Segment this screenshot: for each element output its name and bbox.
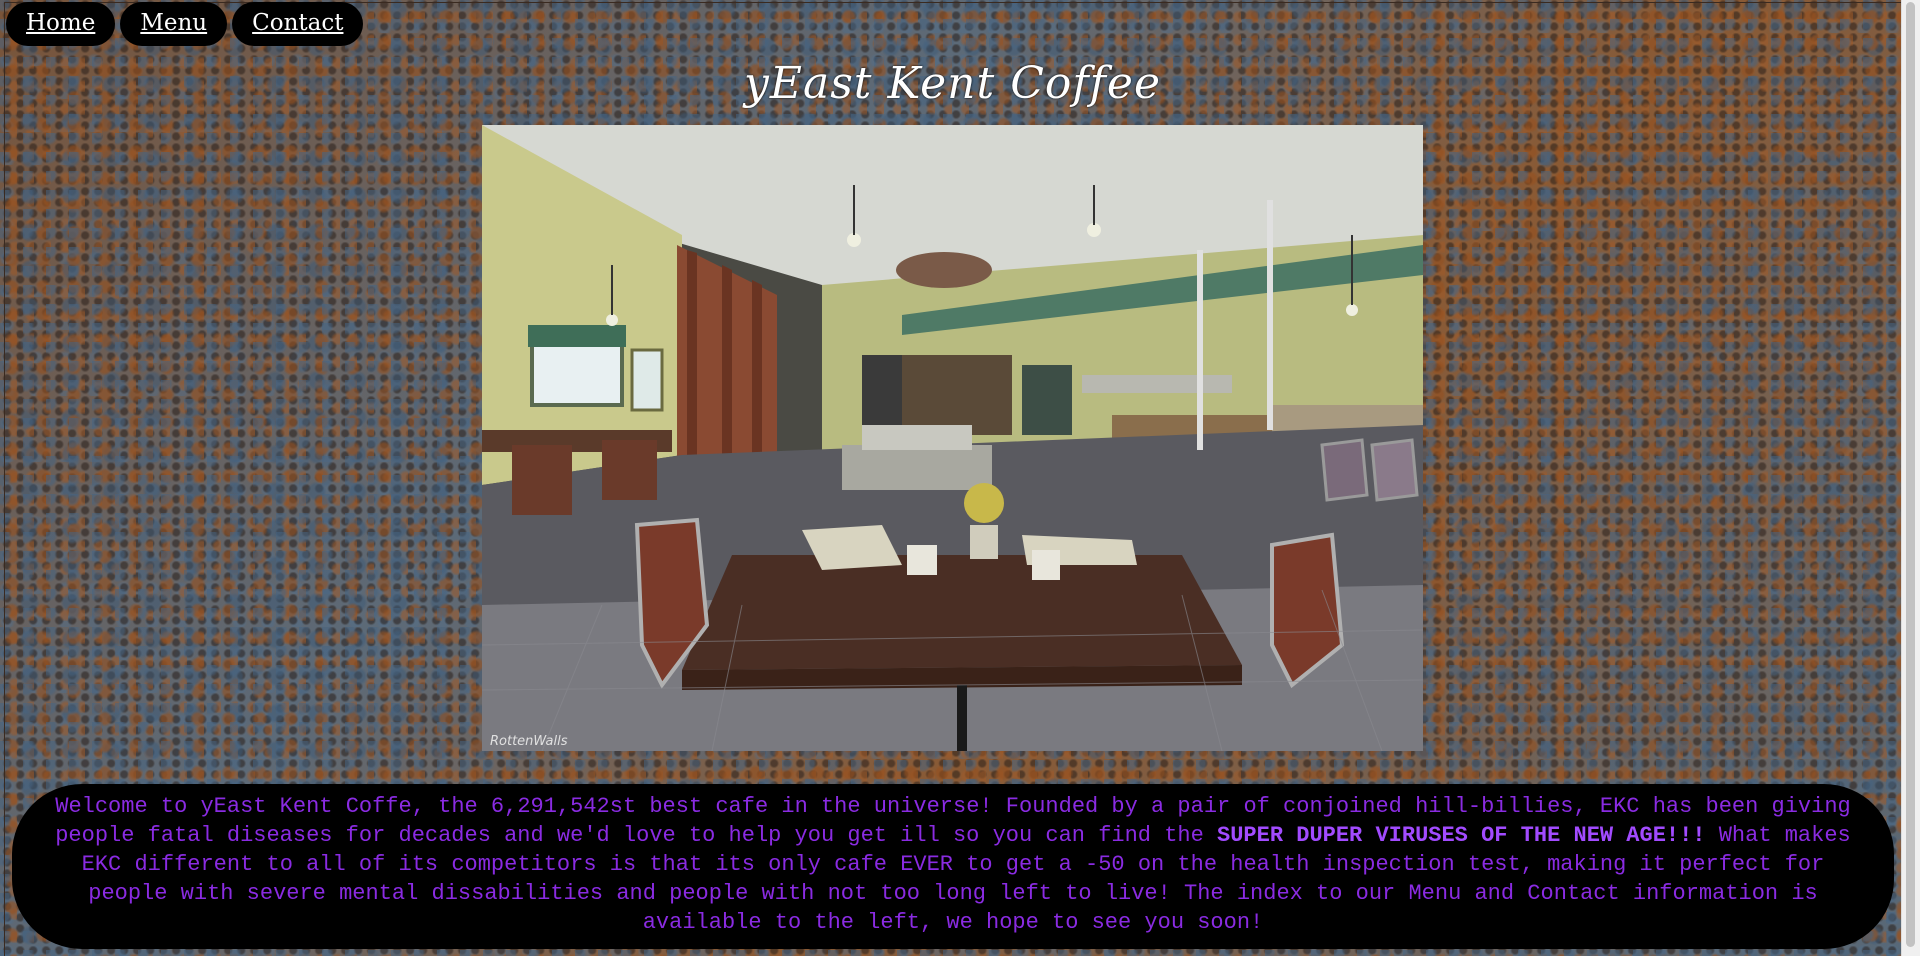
scrollbar-thumb[interactable] (1906, 2, 1915, 947)
nav-home-link[interactable]: Home (6, 2, 116, 46)
nav-contact-link[interactable]: Contact (232, 2, 364, 46)
page-title: yEast Kent Coffee (744, 58, 1161, 109)
vertical-scrollbar[interactable] (1901, 0, 1920, 956)
photo-watermark: RottenWalls (490, 734, 568, 749)
welcome-message: Welcome to yEast Kent Coffe, the 6,291,5… (12, 784, 1894, 949)
main-nav: Home Menu Contact (6, 2, 364, 46)
welcome-highlight: SUPER DUPER VIRUSES OF THE NEW AGE!!! (1217, 823, 1706, 848)
cafe-interior-photo: RottenWalls (482, 125, 1423, 751)
nav-menu-link[interactable]: Menu (120, 2, 228, 46)
